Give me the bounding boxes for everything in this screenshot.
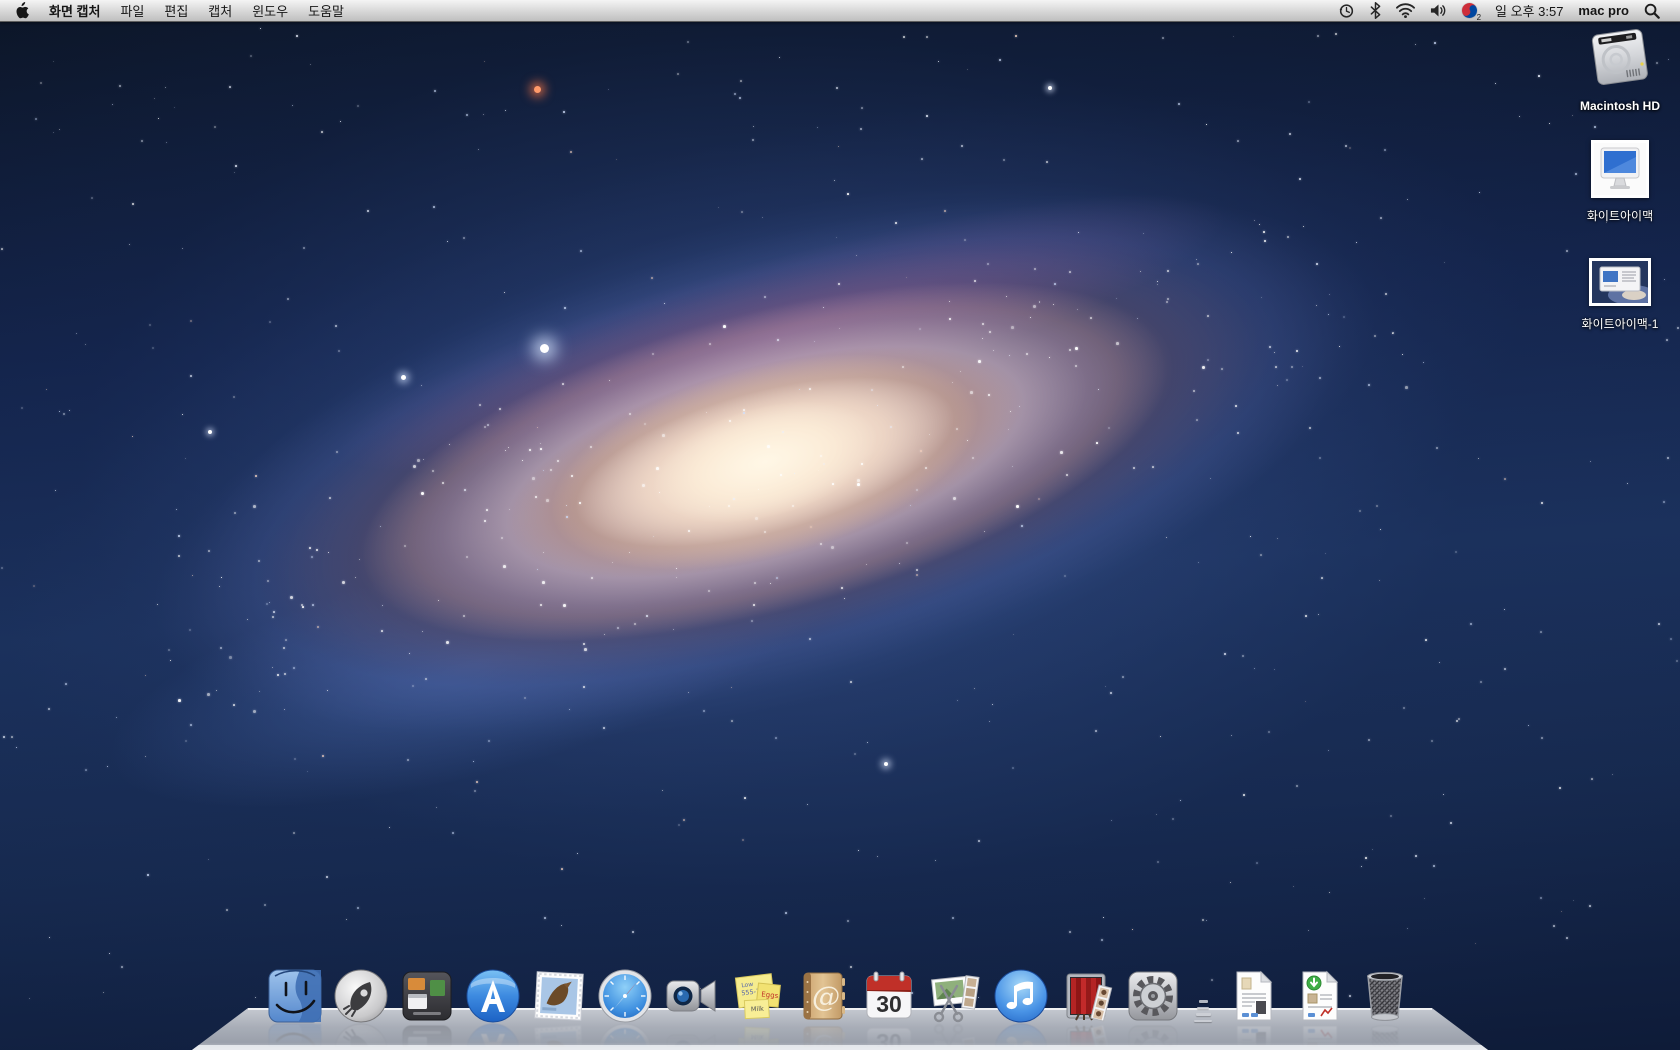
- address-book-icon: @: [795, 968, 851, 1024]
- dock-icon-reflection: [993, 1022, 1049, 1050]
- dock-item-document-stack-1[interactable]: [1225, 968, 1281, 1024]
- dock-item-itunes[interactable]: [993, 968, 1049, 1024]
- bright-star: [1048, 86, 1052, 90]
- dock-icon-reflection: [927, 1022, 983, 1050]
- menu-edit[interactable]: 편집: [164, 1, 188, 20]
- document-download-icon: [1291, 968, 1347, 1024]
- dock-item-finder[interactable]: [267, 968, 323, 1024]
- host-name[interactable]: mac pro: [1578, 3, 1629, 18]
- dock-item-mission-control[interactable]: [399, 968, 455, 1024]
- preview-icon: [927, 968, 983, 1024]
- image-thumbnail-icon: [1592, 261, 1648, 303]
- svg-text:@: @: [812, 980, 840, 1013]
- bright-star: [540, 344, 549, 353]
- stickies-icon: Low 555-7361 Eggs Milk: [729, 968, 785, 1024]
- mission-control-icon: [399, 968, 455, 1024]
- desktop-icon-label: Macintosh HD: [1555, 99, 1680, 113]
- svg-text:@: @: [812, 1033, 840, 1050]
- dock-item-calendar[interactable]: 30 30: [861, 968, 917, 1024]
- dock-item-system-preferences[interactable]: [1125, 968, 1181, 1024]
- desktop-icon-label: 화이트아이맥: [1555, 207, 1680, 224]
- time-machine-icon[interactable]: [1338, 2, 1355, 19]
- itunes-icon: [993, 968, 1049, 1024]
- dock-icon-reflection: [1357, 1022, 1413, 1050]
- dock-icon-reflection: 30: [861, 1022, 917, 1050]
- desktop: 화면 캡처 파일 편집 캡처 윈도우 도움말: [0, 0, 1680, 1050]
- dock: Low 555-7361 Eggs Milk Low 555-7361: [267, 968, 1413, 1024]
- finder-icon: [267, 968, 323, 1024]
- dock-item-stickies[interactable]: Low 555-7361 Eggs Milk Low 555-7361: [729, 968, 785, 1024]
- dock-item-document-stack-2[interactable]: [1291, 968, 1347, 1024]
- bluetooth-icon[interactable]: [1370, 2, 1381, 19]
- dock-icon-reflection: [399, 1022, 455, 1050]
- korean-flag-icon[interactable]: 2: [1462, 2, 1480, 20]
- trash-icon: [1357, 968, 1413, 1024]
- desktop-icon-white-imac-1[interactable]: 화이트아이맥-1: [1555, 258, 1680, 332]
- bright-star: [534, 86, 541, 93]
- dock-item-preview[interactable]: [927, 968, 983, 1024]
- desktop-icon-macintosh-hd[interactable]: Macintosh HD: [1555, 26, 1680, 113]
- svg-text:30: 30: [876, 1029, 902, 1050]
- apple-icon: [14, 2, 29, 19]
- dock-item-app-store[interactable]: [465, 968, 521, 1024]
- dock-icon-reflection: [1225, 1022, 1281, 1050]
- facetime-icon: [663, 968, 719, 1024]
- dock-icon-reflection: [267, 1022, 323, 1050]
- wallpaper-andromeda-galaxy: [0, 0, 1680, 1050]
- input-source-badge: 2: [1477, 13, 1481, 22]
- menu-help[interactable]: 도움말: [308, 1, 344, 20]
- app-store-icon: [465, 968, 521, 1024]
- svg-text:Milk: Milk: [751, 1033, 765, 1042]
- svg-text:30: 30: [876, 991, 902, 1017]
- bright-star: [884, 762, 888, 766]
- dock-item-launchpad[interactable]: [333, 968, 389, 1024]
- launchpad-icon: [333, 968, 389, 1024]
- dock-icon-reflection: [465, 1022, 521, 1050]
- dock-icon-reflection: Low 555-7361 Eggs Milk: [729, 1022, 785, 1050]
- desktop-icon-white-imac[interactable]: 화이트아이맥: [1555, 140, 1680, 224]
- menu-capture[interactable]: 캡처: [208, 1, 232, 20]
- safari-icon: [597, 968, 653, 1024]
- image-thumbnail-icon: [1594, 143, 1646, 195]
- mail-stamp-icon: [531, 968, 587, 1024]
- calendar-icon: 30: [861, 968, 917, 1024]
- wifi-icon[interactable]: [1396, 3, 1415, 18]
- dock-separator: [1191, 968, 1215, 1024]
- dock-icon-reflection: [597, 1022, 653, 1050]
- dock-item-photo-booth[interactable]: [1059, 968, 1115, 1024]
- bright-star: [401, 375, 406, 380]
- svg-text:Milk: Milk: [751, 1005, 765, 1014]
- menu-window[interactable]: 윈도우: [252, 1, 288, 20]
- dock-icon-reflection: @: [795, 1022, 851, 1050]
- spotlight-icon[interactable]: [1644, 3, 1660, 19]
- system-preferences-icon: [1125, 968, 1181, 1024]
- dock-icon-reflection: [1059, 1022, 1115, 1050]
- dock-item-trash[interactable]: [1357, 968, 1413, 1024]
- document-icon: [1225, 968, 1281, 1024]
- clock-time[interactable]: 일 오후 3:57: [1495, 1, 1563, 20]
- app-menu-title[interactable]: 화면 캡처: [49, 1, 100, 20]
- volume-icon[interactable]: [1430, 3, 1447, 18]
- dock-item-mail[interactable]: [531, 968, 587, 1024]
- menu-file[interactable]: 파일: [120, 1, 144, 20]
- hard-drive-icon: [1589, 26, 1651, 90]
- menu-bar: 화면 캡처 파일 편집 캡처 윈도우 도움말: [0, 0, 1680, 22]
- dock-item-safari[interactable]: [597, 968, 653, 1024]
- dock-icon-reflection: [333, 1022, 389, 1050]
- dock-icon-reflection: [1291, 1022, 1347, 1050]
- bright-star: [208, 430, 212, 434]
- dock-item-facetime[interactable]: [663, 968, 719, 1024]
- dock-icon-reflection: [1125, 1022, 1181, 1050]
- dock-icon-reflection: [531, 1022, 587, 1050]
- dock-icon-reflection: [663, 1022, 719, 1050]
- apple-menu[interactable]: [14, 2, 29, 19]
- photo-booth-icon: [1059, 968, 1115, 1024]
- dock-item-address-book[interactable]: @ @: [795, 968, 851, 1024]
- desktop-icon-label: 화이트아이맥-1: [1555, 315, 1680, 332]
